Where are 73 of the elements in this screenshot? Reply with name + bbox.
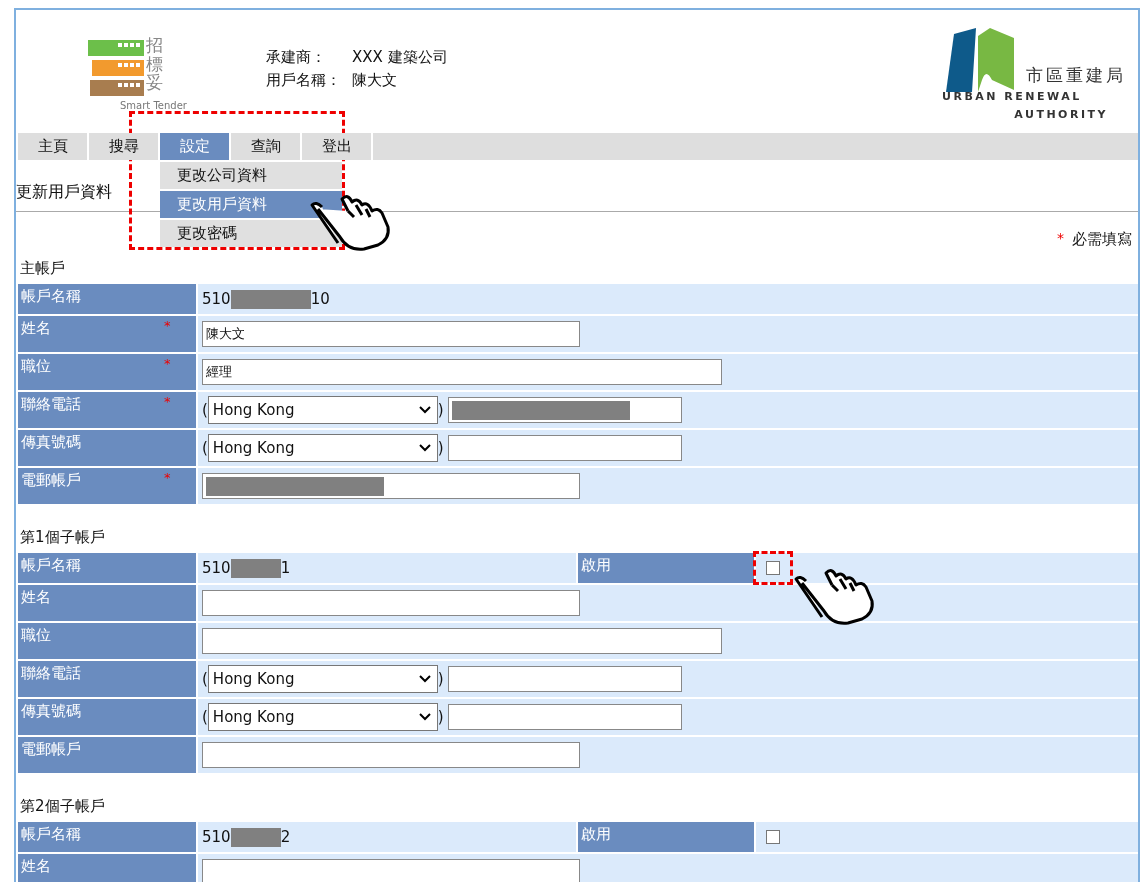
field-label: 電郵帳戶 * <box>18 468 196 504</box>
logo-subtitle: Smart Tender <box>120 100 187 111</box>
info-label: 承建商： <box>266 48 327 67</box>
text-field[interactable] <box>202 628 722 654</box>
logo-text: 招 標 妥 <box>146 36 163 93</box>
required-mark: * <box>164 318 171 333</box>
required-mark: * <box>164 356 171 371</box>
enable-checkbox[interactable] <box>766 830 780 844</box>
enable-checkbox[interactable] <box>766 561 780 575</box>
field-label: 聯絡電話 <box>18 661 196 697</box>
text-field[interactable] <box>202 742 580 768</box>
field-label: 姓名 <box>18 854 196 882</box>
required-note: 必需填寫 <box>1072 230 1132 249</box>
bracket-text: ( <box>202 401 208 419</box>
chevron-down-icon <box>418 713 431 721</box>
text-field[interactable] <box>202 859 580 882</box>
field-label: 姓名 * <box>18 316 196 352</box>
phone-field[interactable] <box>447 666 682 692</box>
bracket-text: ( <box>202 708 208 726</box>
text-field[interactable]: 陳大文 <box>202 321 580 347</box>
bracket-text: ) <box>437 439 444 457</box>
field-label: 帳戶名稱 <box>18 284 196 314</box>
phone-field[interactable] <box>447 435 682 461</box>
account-name: 2 <box>280 828 291 846</box>
country-select[interactable]: Hong Kong <box>207 665 438 693</box>
field-label: 電郵帳戶 <box>18 737 196 773</box>
phone-field[interactable] <box>447 704 682 730</box>
country-select[interactable]: Hong Kong <box>207 434 438 462</box>
required-mark: * <box>1057 230 1064 248</box>
account-name: 10 <box>310 290 330 308</box>
country-select[interactable]: Hong Kong <box>207 396 438 424</box>
country-select[interactable]: Hong Kong <box>207 703 438 731</box>
redaction-block <box>230 558 281 578</box>
account-name: 510 <box>202 828 231 846</box>
field-label: 傳真號碼 <box>18 699 196 735</box>
info-value: XXX 建築公司 <box>352 48 448 67</box>
menu-item[interactable]: 更改公司資料 <box>160 162 342 189</box>
phone-field[interactable] <box>447 397 682 423</box>
field-label: 啟用 <box>578 822 754 852</box>
info-value: 陳大文 <box>352 71 397 90</box>
menu-item[interactable]: 更改密碼 <box>160 220 342 247</box>
bracket-text: ( <box>202 439 208 457</box>
section-title: 第1個子帳戶 <box>20 528 106 547</box>
text-field[interactable] <box>202 473 580 499</box>
bracket-text: ( <box>202 670 208 688</box>
bracket-text: ) <box>437 708 444 726</box>
account-name: 510 <box>202 559 231 577</box>
bracket-text: ) <box>437 401 444 419</box>
field-label: 帳戶名稱 <box>18 553 196 583</box>
field-label: 傳真號碼 <box>18 430 196 466</box>
chevron-down-icon <box>418 406 431 414</box>
org-name-english: AUTHORITY <box>1014 108 1108 121</box>
field-label: 聯絡電話 * <box>18 392 196 428</box>
org-name: 市區重建局 <box>1026 64 1126 87</box>
info-label: 用戶名稱： <box>266 71 342 90</box>
section-title: 主帳戶 <box>20 259 66 278</box>
account-name: 1 <box>280 559 291 577</box>
field-label: 帳戶名稱 <box>18 822 196 852</box>
account-name: 510 <box>202 290 231 308</box>
field-label: 啟用 <box>578 553 754 583</box>
field-label: 職位 <box>18 623 196 659</box>
text-field[interactable]: 經理 <box>202 359 722 385</box>
required-mark: * <box>164 470 171 485</box>
chevron-down-icon <box>418 444 431 452</box>
redaction-block <box>230 827 281 847</box>
section-title: 第2個子帳戶 <box>20 797 106 816</box>
bracket-text: ) <box>437 670 444 688</box>
org-name-english: URBAN RENEWAL <box>942 90 1082 103</box>
field-label: 姓名 <box>18 585 196 621</box>
field-label: 職位 * <box>18 354 196 390</box>
required-mark: * <box>164 394 171 409</box>
text-field[interactable] <box>202 590 580 616</box>
chevron-down-icon <box>418 675 431 683</box>
